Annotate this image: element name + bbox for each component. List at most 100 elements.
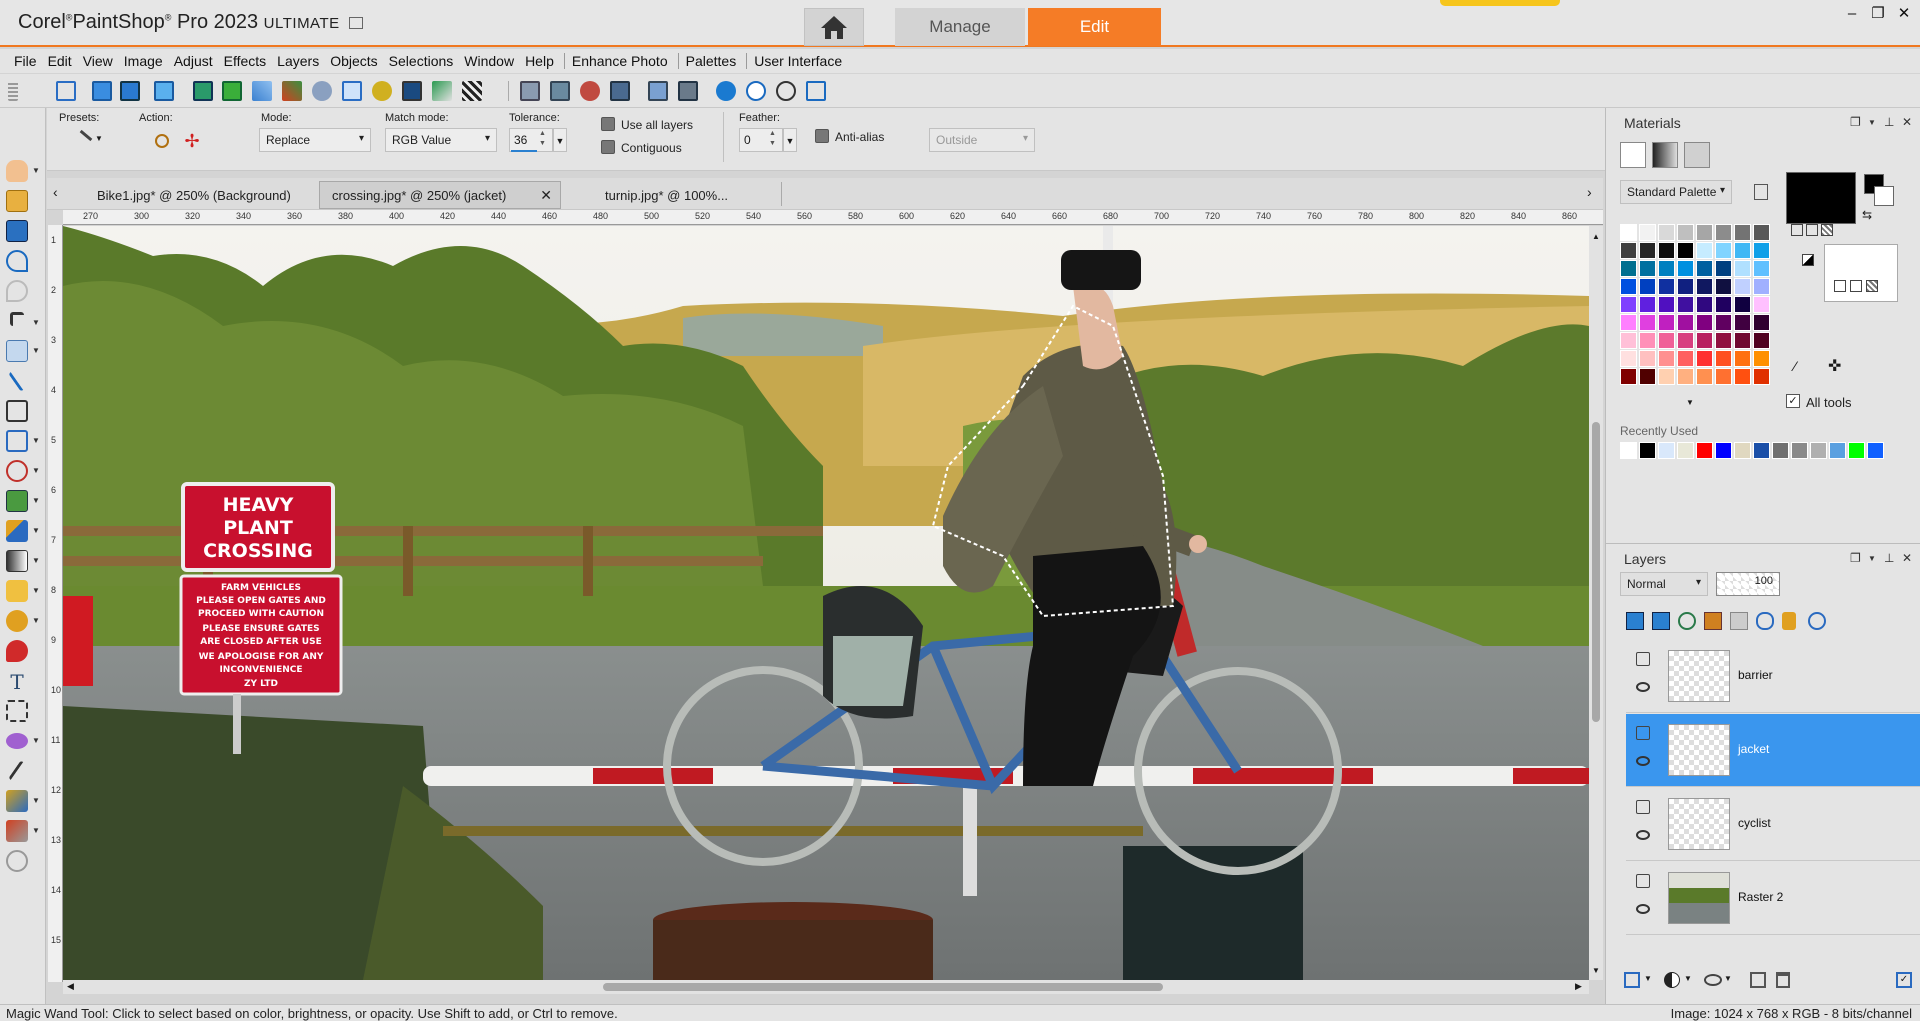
color-wheel-tab-icon[interactable] bbox=[1684, 142, 1710, 168]
color-swatch[interactable] bbox=[1734, 296, 1751, 313]
color-swatch[interactable] bbox=[1677, 278, 1694, 295]
vertical-scroll-thumb[interactable] bbox=[1592, 422, 1600, 722]
color-swatch[interactable] bbox=[1753, 260, 1770, 277]
add-tool-icon[interactable] bbox=[6, 850, 28, 872]
panel-float-icon[interactable]: ❐ bbox=[1850, 115, 1861, 129]
chevron-down-icon[interactable]: ▼ bbox=[1724, 974, 1732, 983]
minimize-button[interactable]: – bbox=[1842, 4, 1862, 24]
deform-icon[interactable] bbox=[6, 430, 28, 452]
save-icon[interactable] bbox=[6, 220, 28, 242]
visibility-eye-icon[interactable] bbox=[1636, 830, 1650, 840]
palette-options-icon[interactable] bbox=[1754, 184, 1768, 200]
doc-tab-turnip[interactable]: turnip.jpg* @ 100%... bbox=[593, 181, 740, 209]
layer-group-icon[interactable] bbox=[1636, 874, 1650, 888]
color-swatch[interactable] bbox=[1620, 332, 1637, 349]
color-swatch[interactable] bbox=[1715, 368, 1732, 385]
color-swatch[interactable] bbox=[1696, 314, 1713, 331]
clone-icon[interactable] bbox=[6, 490, 28, 512]
chevron-down-icon[interactable]: ▼ bbox=[32, 496, 40, 505]
restore-button[interactable]: ❐ bbox=[1868, 4, 1888, 24]
layer-row-barrier[interactable]: barrier bbox=[1626, 640, 1920, 713]
recent-color-swatch[interactable] bbox=[1791, 442, 1808, 459]
redo-icon[interactable] bbox=[6, 280, 28, 302]
color-swatch[interactable] bbox=[1620, 296, 1637, 313]
color-swatch[interactable] bbox=[1734, 278, 1751, 295]
link-layers-icon[interactable] bbox=[1678, 612, 1696, 630]
color-swatch[interactable] bbox=[1753, 314, 1770, 331]
window-icon[interactable] bbox=[120, 81, 140, 101]
color-swatch[interactable] bbox=[1696, 242, 1713, 259]
color-swatch[interactable] bbox=[1639, 242, 1656, 259]
pattern-icon[interactable] bbox=[6, 700, 28, 722]
chevron-down-icon[interactable]: ▼ bbox=[32, 826, 40, 835]
color-swatch[interactable] bbox=[1658, 242, 1675, 259]
layer-row-raster2[interactable]: Raster 2 bbox=[1626, 862, 1920, 935]
horizontal-scroll-thumb[interactable] bbox=[603, 983, 1163, 991]
more-swatches-icon[interactable]: ▼ bbox=[1686, 398, 1694, 407]
crop-frame-icon[interactable] bbox=[806, 81, 826, 101]
menu-help[interactable]: Help bbox=[521, 53, 561, 69]
color-swatch[interactable] bbox=[1696, 350, 1713, 367]
recent-color-swatch[interactable] bbox=[1810, 442, 1827, 459]
eraser-icon[interactable] bbox=[6, 580, 28, 602]
organizer-icon[interactable] bbox=[56, 81, 76, 101]
layer-row-cyclist[interactable]: cyclist bbox=[1626, 788, 1920, 861]
color-swatch[interactable] bbox=[1734, 260, 1751, 277]
tabs-scroll-right-icon[interactable]: › bbox=[1587, 184, 1592, 200]
layer-row-jacket[interactable]: jacket bbox=[1626, 714, 1920, 787]
color-swatch[interactable] bbox=[1658, 296, 1675, 313]
layer-group-icon[interactable] bbox=[1636, 652, 1650, 666]
tolerance-spinner[interactable]: ▲ ▼ bbox=[539, 129, 546, 149]
panel-pin-icon[interactable]: ⊥ bbox=[1884, 115, 1894, 129]
chevron-down-icon[interactable]: ▼ bbox=[1684, 974, 1692, 983]
chevron-down-icon[interactable]: ▼ bbox=[32, 346, 40, 355]
color-swatch[interactable] bbox=[1696, 224, 1713, 241]
recent-color-swatch[interactable] bbox=[1734, 442, 1751, 459]
color-swatch[interactable] bbox=[1677, 260, 1694, 277]
new-layer-icon[interactable] bbox=[1624, 972, 1640, 988]
color-swatch[interactable] bbox=[1734, 242, 1751, 259]
panel-pin-icon[interactable]: ⊥ bbox=[1884, 551, 1894, 565]
color-swatch[interactable] bbox=[1753, 224, 1770, 241]
blend-mode-select[interactable]: Normal bbox=[1620, 572, 1708, 596]
recent-color-swatch[interactable] bbox=[1696, 442, 1713, 459]
color-swatch[interactable] bbox=[1753, 296, 1770, 313]
flood-fill-icon[interactable] bbox=[6, 640, 28, 662]
color-swatch[interactable] bbox=[1734, 314, 1751, 331]
recent-color-swatch[interactable] bbox=[1867, 442, 1884, 459]
adjustment-layer-icon[interactable] bbox=[1664, 972, 1680, 988]
zebra-icon[interactable] bbox=[462, 81, 482, 101]
recent-color-swatch[interactable] bbox=[1772, 442, 1789, 459]
scroll-left-icon[interactable]: ◀ bbox=[67, 981, 74, 992]
doc-tab-crossing[interactable]: crossing.jpg* @ 250% (jacket) ✕ bbox=[319, 181, 561, 209]
ellipse-icon[interactable] bbox=[6, 733, 28, 749]
color-swatch-grid[interactable] bbox=[1620, 224, 1800, 392]
doc-tab-bike1[interactable]: Bike1.jpg* @ 250% (Background) bbox=[85, 181, 303, 209]
tolerance-input[interactable]: 36 bbox=[509, 128, 553, 152]
gradient-tab-icon[interactable] bbox=[1652, 142, 1678, 168]
image-icon[interactable] bbox=[193, 81, 213, 101]
recent-color-swatch[interactable] bbox=[1658, 442, 1675, 459]
open-folder-icon[interactable] bbox=[6, 190, 28, 212]
panel-close-icon[interactable]: ✕ bbox=[1902, 115, 1912, 129]
bg-style-icon[interactable] bbox=[1834, 280, 1846, 292]
script-icon[interactable] bbox=[678, 81, 698, 101]
color-swatch[interactable] bbox=[1677, 368, 1694, 385]
layer-group-icon[interactable] bbox=[1636, 726, 1650, 740]
recent-color-swatch[interactable] bbox=[1848, 442, 1865, 459]
color-swatch[interactable] bbox=[1715, 350, 1732, 367]
color-swatch[interactable] bbox=[1696, 332, 1713, 349]
color-swatch[interactable] bbox=[1677, 314, 1694, 331]
tolerance-slider-button[interactable]: ▼ bbox=[553, 128, 567, 152]
frame-icon[interactable] bbox=[92, 81, 112, 101]
oil-brush-icon[interactable] bbox=[6, 820, 28, 842]
color-swatch[interactable] bbox=[1734, 224, 1751, 241]
reset-icon[interactable] bbox=[155, 134, 169, 148]
fg-gradient-icon[interactable] bbox=[1806, 224, 1818, 236]
visibility-eye-icon[interactable] bbox=[1636, 756, 1650, 766]
web-icon[interactable] bbox=[716, 81, 736, 101]
horizontal-scrollbar[interactable]: ◀ ▶ bbox=[63, 980, 1589, 994]
chevron-down-icon[interactable]: ▼ bbox=[32, 466, 40, 475]
edit-workspace-tab[interactable]: Edit bbox=[1028, 8, 1161, 46]
circle-icon[interactable] bbox=[776, 81, 796, 101]
